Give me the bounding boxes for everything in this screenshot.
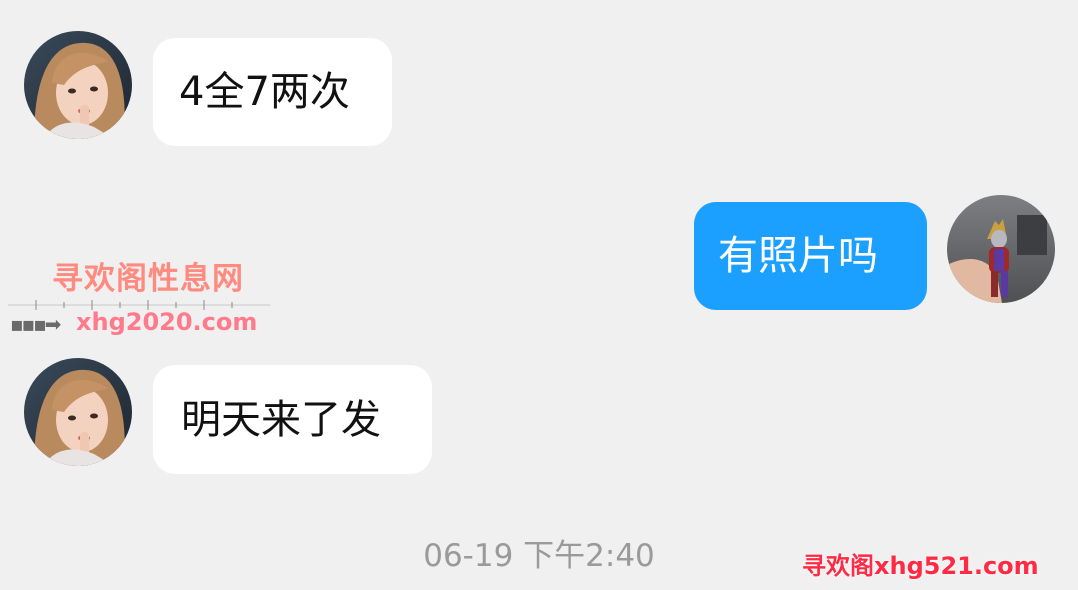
message-text: 明天来了发: [181, 396, 381, 443]
watermark-bottom-right: 寻欢阁xhg521.com: [802, 552, 1039, 580]
message-text: 4全7两次: [179, 69, 350, 115]
woman-portrait-avatar-icon: [24, 31, 132, 139]
arrow-right-icon: ▪▪▪➡: [10, 312, 61, 336]
message-text: 有照片吗: [718, 233, 878, 279]
hero-figurine-avatar-icon: [947, 195, 1055, 303]
contact-avatar[interactable]: [24, 31, 132, 139]
incoming-message-bubble[interactable]: 明天来了发: [153, 365, 432, 474]
outgoing-message-bubble[interactable]: 有照片吗: [694, 202, 927, 310]
woman-portrait-avatar-icon: [24, 358, 132, 466]
user-avatar[interactable]: [947, 195, 1055, 303]
contact-avatar[interactable]: [24, 358, 132, 466]
incoming-message-bubble[interactable]: 4全7两次: [153, 38, 392, 146]
watermark-title: 寻欢阁性息网: [52, 261, 244, 297]
watermark-url: xhg2020.com: [76, 308, 258, 336]
